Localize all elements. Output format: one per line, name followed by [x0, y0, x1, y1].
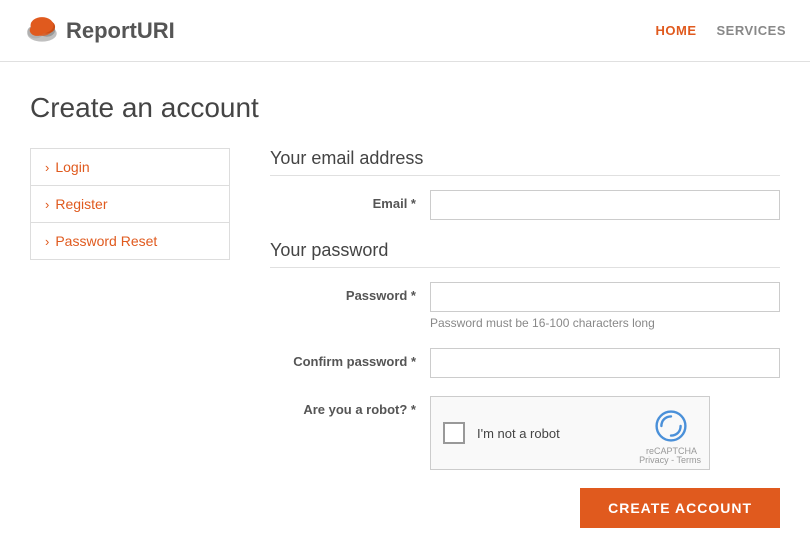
logo: ReportURI [24, 17, 175, 45]
confirm-password-field-wrap [430, 348, 780, 378]
captcha-label: I'm not a robot [477, 426, 560, 441]
main-content: Create an account › Login › Register › P… [0, 62, 810, 558]
captcha-field-wrap: I'm not a robot reCAPTCHA [430, 396, 780, 470]
chevron-icon: › [45, 160, 49, 175]
recaptcha-icon [655, 410, 687, 442]
logo-text: ReportURI [66, 18, 175, 44]
header: ReportURI HOME SERVICES [0, 0, 810, 62]
sidebar-item-label: Login [55, 159, 89, 175]
chevron-icon: › [45, 197, 49, 212]
chevron-icon: › [45, 234, 49, 249]
sidebar-item-register[interactable]: › Register [31, 186, 229, 223]
password-input[interactable] [430, 282, 780, 312]
captcha-footer: Privacy - Terms [639, 455, 701, 465]
logo-icon [24, 17, 60, 45]
page-title: Create an account [30, 92, 780, 124]
email-group: Email * [270, 190, 780, 220]
form-area: Your email address Email * Your password… [270, 148, 780, 528]
captcha-group: Are you a robot? * I'm not a robot [270, 396, 780, 470]
captcha-right: reCAPTCHA [646, 410, 697, 457]
sidebar-item-password-reset[interactable]: › Password Reset [31, 223, 229, 259]
email-label: Email * [270, 190, 430, 211]
captcha-left: I'm not a robot [443, 422, 560, 444]
captcha-checkbox[interactable] [443, 422, 465, 444]
sidebar-item-login[interactable]: › Login [31, 149, 229, 186]
password-hint: Password must be 16-100 characters long [430, 316, 780, 330]
submit-row: CREATE ACCOUNT [270, 488, 780, 528]
sidebar-item-label: Register [55, 196, 107, 212]
password-label: Password * [270, 282, 430, 303]
confirm-password-group: Confirm password * [270, 348, 780, 378]
create-account-button[interactable]: CREATE ACCOUNT [580, 488, 780, 528]
robot-label: Are you a robot? * [270, 396, 430, 417]
password-field-wrap: Password must be 16-100 characters long [430, 282, 780, 330]
email-input[interactable] [430, 190, 780, 220]
sidebar: › Login › Register › Password Reset [30, 148, 230, 260]
captcha-box[interactable]: I'm not a robot reCAPTCHA [430, 396, 710, 470]
password-group: Password * Password must be 16-100 chara… [270, 282, 780, 330]
confirm-password-label: Confirm password * [270, 348, 430, 369]
main-nav: HOME SERVICES [655, 23, 786, 38]
content-layout: › Login › Register › Password Reset Your… [30, 148, 780, 528]
confirm-password-input[interactable] [430, 348, 780, 378]
sidebar-item-label: Password Reset [55, 233, 157, 249]
nav-services[interactable]: SERVICES [716, 23, 786, 38]
password-section-title: Your password [270, 240, 780, 268]
nav-home[interactable]: HOME [655, 23, 696, 38]
email-field-wrap [430, 190, 780, 220]
email-section-title: Your email address [270, 148, 780, 176]
